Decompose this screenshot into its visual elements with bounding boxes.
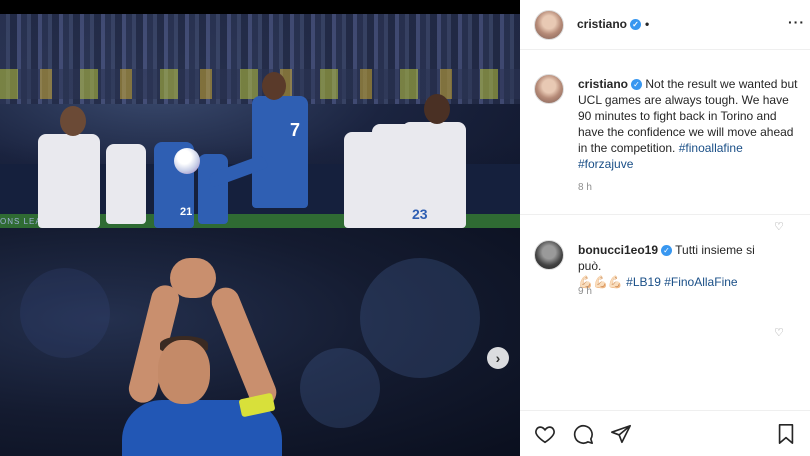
post-media[interactable]: ONS LEAGUE 21 7 23 › — [0, 0, 520, 456]
comment-time: 9 h — [578, 286, 592, 297]
caption-username[interactable]: cristiano — [578, 77, 628, 91]
post-actions-bar — [520, 410, 810, 456]
verified-badge-icon: ✓ — [630, 19, 642, 31]
comment-hashtags[interactable]: #LB19 #FinoAllaFine — [626, 275, 737, 289]
paper-plane-icon[interactable] — [610, 423, 632, 445]
jersey-number-7: 7 — [290, 120, 301, 140]
caption-avatar[interactable] — [534, 74, 564, 104]
author-username[interactable]: cristiano — [577, 17, 627, 31]
heart-icon[interactable] — [534, 423, 556, 445]
comment-username[interactable]: bonucci1eo19 — [578, 243, 658, 257]
verified-badge-icon: ✓ — [661, 245, 673, 257]
commenter-avatar[interactable] — [534, 240, 564, 270]
separator-dot: • — [645, 17, 650, 31]
comment-like-heart-icon[interactable]: ♡ — [774, 326, 784, 339]
jersey-number-23: 23 — [412, 206, 428, 222]
verified-badge-icon: ✓ — [631, 79, 643, 91]
post-header: cristiano ✓ • ··· — [520, 0, 810, 50]
comment-icon[interactable] — [572, 423, 594, 445]
comment-item: bonucci1eo19 ✓ Tutti insieme si può. 💪🏻💪🏻… — [578, 242, 778, 290]
bookmark-icon[interactable] — [776, 423, 796, 445]
caption-time: 8 h — [578, 182, 592, 193]
post-caption: cristiano ✓ Not the result we wanted but … — [578, 76, 800, 172]
post-details-panel: cristiano ✓ • ··· cristiano ✓ Not the resul… — [520, 0, 810, 456]
photo-match-action: ONS LEAGUE 21 7 23 — [0, 14, 520, 228]
author-avatar[interactable] — [534, 10, 564, 40]
more-options-icon[interactable]: ··· — [788, 14, 805, 30]
jersey-number-21: 21 — [180, 206, 193, 218]
heart-icon[interactable]: ♡ — [774, 220, 784, 233]
football — [174, 148, 200, 174]
chevron-right-icon[interactable]: › — [487, 347, 509, 369]
